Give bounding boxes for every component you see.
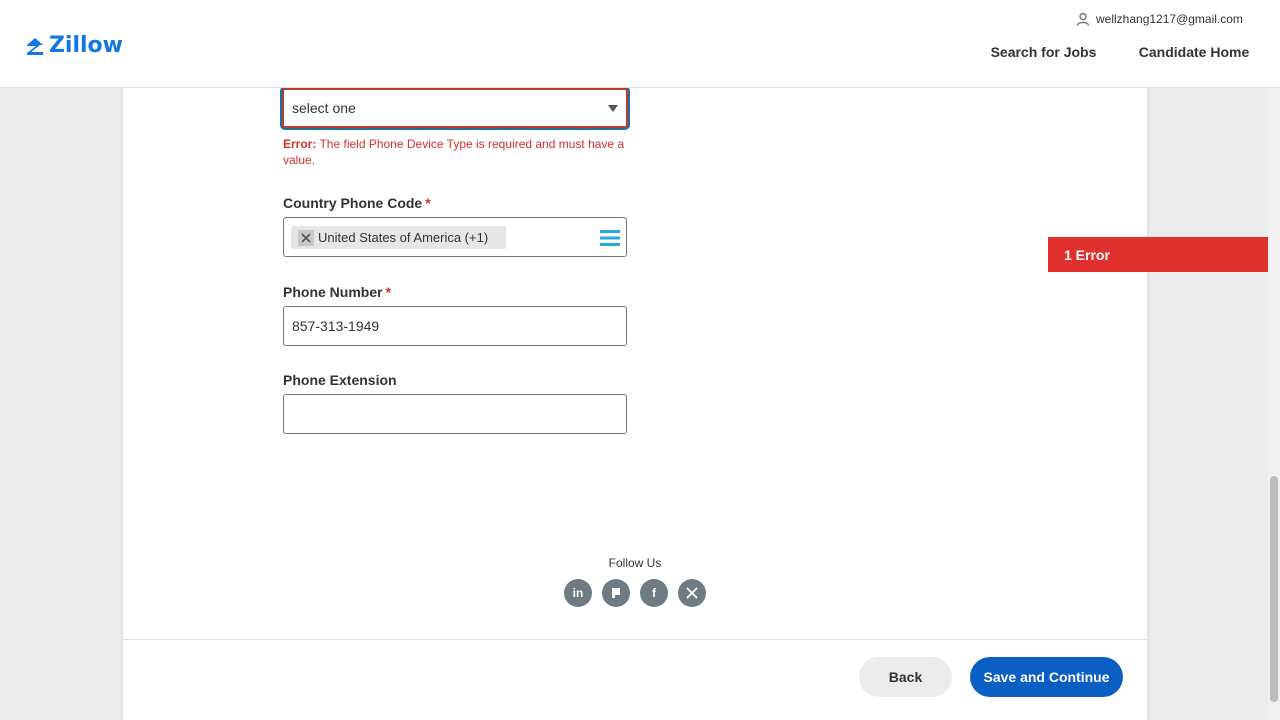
form-panel (123, 88, 1147, 720)
glassdoor-icon[interactable] (602, 579, 630, 607)
selected-country-label: United States of America (+1) (318, 230, 489, 245)
phone-device-type-select[interactable]: select one (282, 88, 628, 128)
facebook-icon[interactable]: f (640, 579, 668, 607)
phone-number-label-text: Phone Number (283, 284, 383, 300)
footer-divider (123, 639, 1147, 640)
remove-selection-icon[interactable] (298, 229, 314, 246)
chevron-down-icon (608, 104, 618, 112)
required-marker: * (425, 195, 431, 211)
candidate-home-link[interactable]: Candidate Home (1136, 40, 1252, 64)
phone-number-label: Phone Number * (283, 284, 391, 300)
zillow-logo-icon (26, 37, 43, 55)
zillow-logo[interactable]: Zillow (22, 18, 126, 73)
phone-extension-input[interactable] (283, 394, 627, 434)
user-email-link[interactable]: wellzhang1217@gmail.com (1096, 10, 1248, 28)
logo-text: Zillow (48, 33, 123, 58)
save-and-continue-button[interactable]: Save and Continue (970, 657, 1123, 697)
phone-number-input[interactable] (283, 306, 627, 346)
back-button[interactable]: Back (859, 657, 952, 697)
device-type-error-message: Error: The field Phone Device Type is re… (283, 136, 633, 168)
x-icon[interactable] (678, 579, 706, 607)
follow-us-label: Follow Us (608, 556, 662, 570)
error-text: The field Phone Device Type is required … (283, 137, 625, 167)
list-icon[interactable] (600, 229, 620, 247)
country-phone-code-label: Country Phone Code * (283, 195, 431, 211)
selected-country-chip: United States of America (+1) (291, 226, 506, 249)
search-for-jobs-link[interactable]: Search for Jobs (988, 40, 1099, 64)
linkedin-icon[interactable]: in (564, 579, 592, 607)
required-marker: * (385, 284, 392, 300)
user-icon (1076, 12, 1090, 26)
select-value: select one (292, 100, 356, 116)
country-phone-code-field[interactable]: United States of America (+1) (283, 217, 627, 257)
error-count-banner[interactable]: 1 Error (1048, 237, 1280, 272)
error-prefix: Error: (283, 137, 317, 151)
scrollbar-thumb[interactable] (1270, 476, 1278, 702)
country-phone-code-label-text: Country Phone Code (283, 195, 423, 211)
phone-extension-label: Phone Extension (283, 372, 397, 388)
top-header: Zillow wellzhang1217@gmail.com Search fo… (0, 0, 1280, 88)
